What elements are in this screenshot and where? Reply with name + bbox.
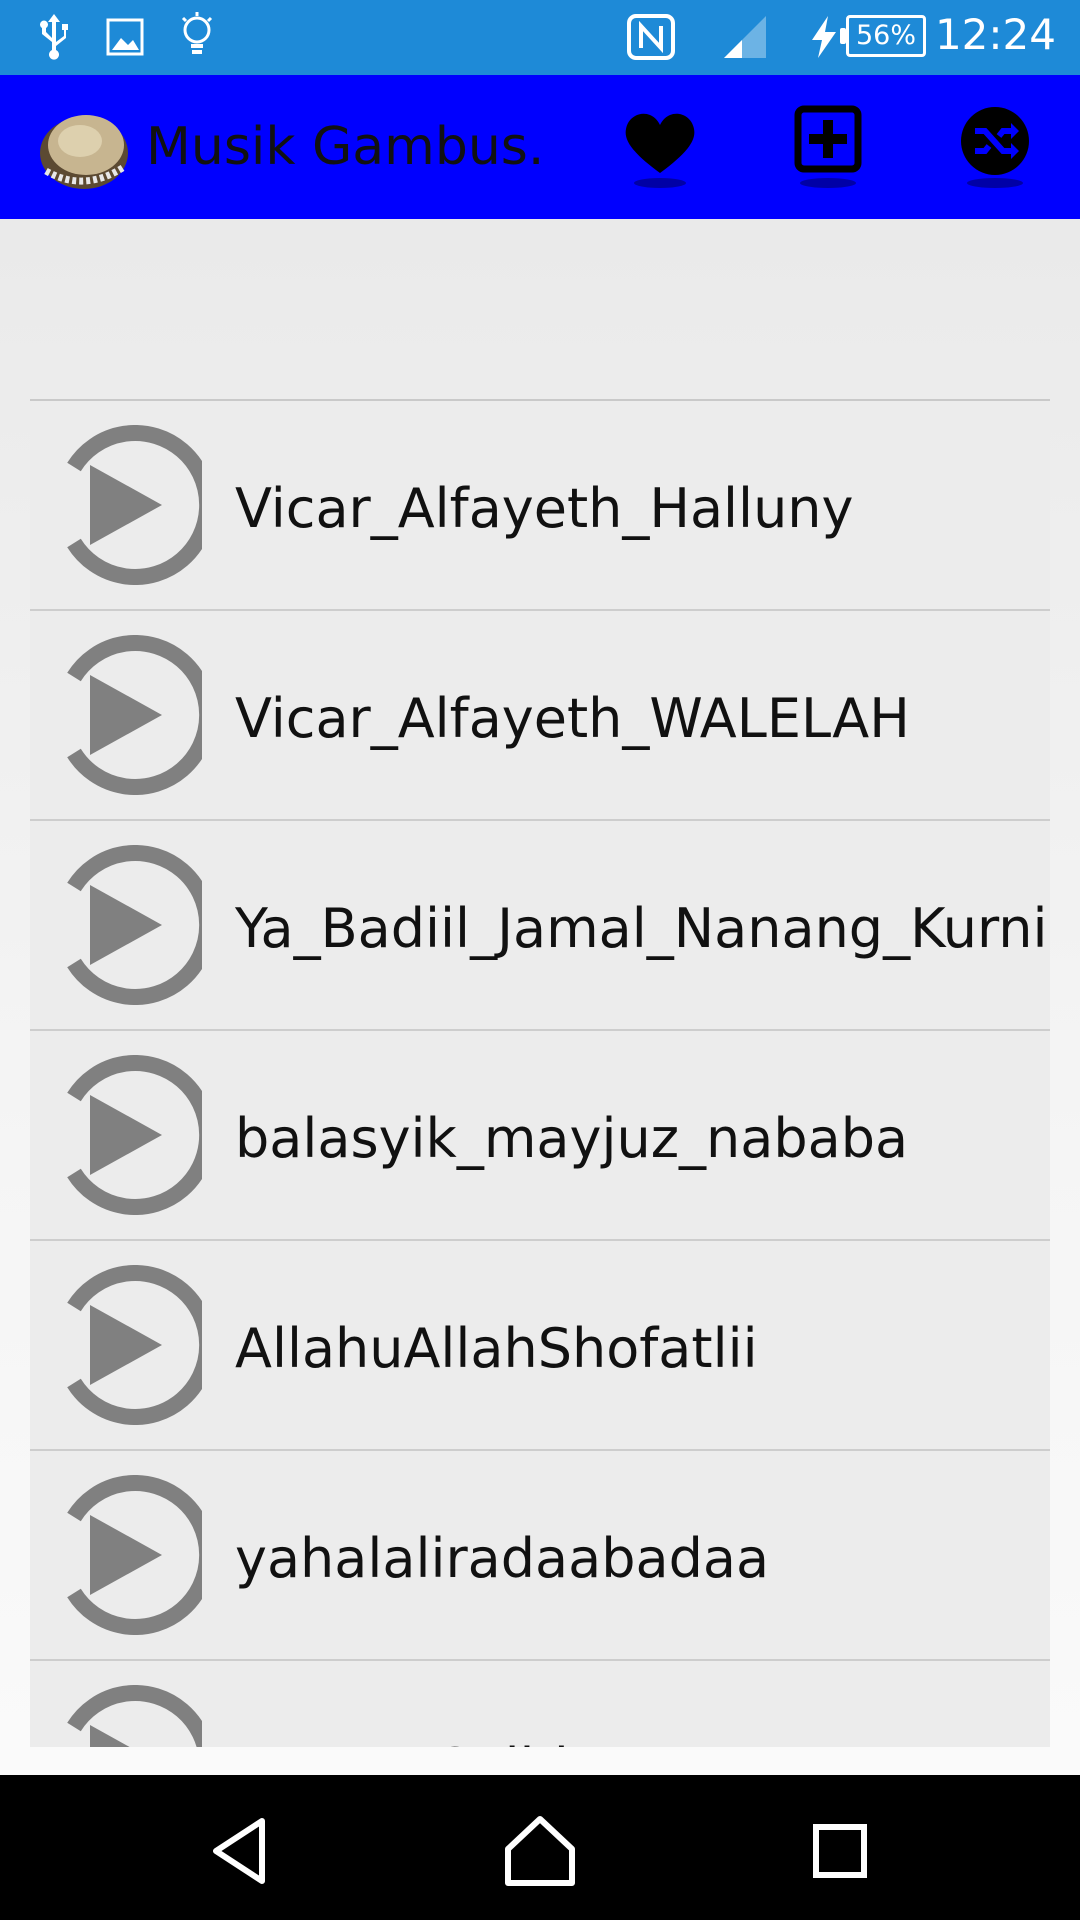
song-title: Ya_Badiil_Jamal_Nanang_Kurnia xyxy=(235,897,1050,960)
song-title: Vicar_Alfayeth_WALELAH xyxy=(235,687,910,750)
play-icon[interactable] xyxy=(52,1265,216,1425)
status-bar: 56% 12:24 xyxy=(0,0,1080,75)
list-item[interactable]: Vicar_Alfayeth_Halluny xyxy=(30,401,1050,611)
image-icon xyxy=(106,18,144,60)
list-item[interactable]: AllahuAllahShofatlii xyxy=(30,1241,1050,1451)
home-icon[interactable] xyxy=(500,1811,580,1891)
battery-indicator: 56% xyxy=(840,15,926,57)
shuffle-icon[interactable] xyxy=(955,103,1035,193)
add-playlist-icon[interactable] xyxy=(788,103,868,193)
list-item[interactable]: Vicar_Alfayeth_WALELAH xyxy=(30,611,1050,821)
song-title: yahalaliradaabadaa xyxy=(235,1527,770,1590)
song-title: AllahuAllahShofatlii xyxy=(235,1317,758,1380)
list-item[interactable]: balasyik_mayjuz_nababa xyxy=(30,1031,1050,1241)
back-icon[interactable] xyxy=(202,1811,282,1891)
play-icon[interactable] xyxy=(52,1685,214,1747)
signal-icon xyxy=(722,14,768,64)
list-item[interactable]: yahalaliradaabadaa xyxy=(30,1451,1050,1661)
song-list[interactable]: Vicar_Alfayeth_Halluny Vicar_Alfayeth_WA… xyxy=(30,399,1050,1747)
app-bar: Musik Gambus... xyxy=(0,75,1080,219)
list-item[interactable]: Hanna_Salhi xyxy=(30,1661,1050,1747)
play-icon[interactable] xyxy=(52,425,216,585)
list-item[interactable]: Ya_Badiil_Jamal_Nanang_Kurnia xyxy=(30,821,1050,1031)
favorite-heart-icon[interactable] xyxy=(620,103,700,193)
app-title: Musik Gambus... xyxy=(146,117,546,177)
song-title: balasyik_mayjuz_nababa xyxy=(235,1107,909,1170)
clock: 12:24 xyxy=(934,10,1056,59)
charging-icon xyxy=(810,16,838,62)
gambus-logo-icon xyxy=(36,101,132,197)
usb-icon xyxy=(36,12,72,64)
lightbulb-icon xyxy=(180,12,214,64)
play-icon[interactable] xyxy=(52,1055,216,1215)
play-icon[interactable] xyxy=(52,635,216,795)
song-title: Vicar_Alfayeth_Halluny xyxy=(235,477,854,540)
play-icon[interactable] xyxy=(52,845,216,1005)
recents-icon[interactable] xyxy=(800,1811,880,1891)
navigation-bar xyxy=(0,1775,1080,1920)
nfc-icon xyxy=(627,14,675,64)
song-title: Hanna_Salhi xyxy=(235,1737,569,1747)
play-icon[interactable] xyxy=(52,1475,216,1635)
